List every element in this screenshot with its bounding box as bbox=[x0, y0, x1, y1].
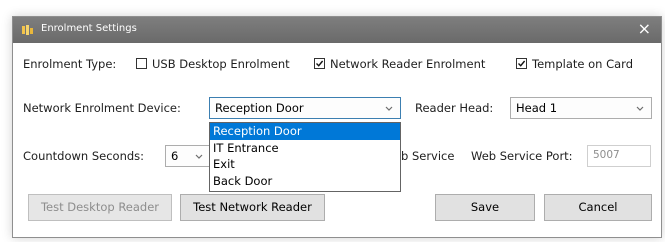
chevron-down-icon bbox=[636, 106, 644, 111]
dropdown-option-back-door[interactable]: Back Door bbox=[210, 173, 400, 190]
save-button[interactable]: Save bbox=[435, 194, 535, 221]
countdown-seconds-label: Countdown Seconds: bbox=[23, 149, 145, 163]
selected-device-value: Reception Door bbox=[215, 101, 304, 115]
close-icon[interactable]: × bbox=[638, 20, 651, 38]
enrolment-settings-dialog: Enrolment Settings × Enrolment Type: USB… bbox=[12, 16, 662, 238]
network-enrolment-device-label: Network Enrolment Device: bbox=[23, 101, 181, 115]
network-enrolment-device-select[interactable]: Reception Door bbox=[209, 97, 401, 119]
dropdown-option-it-entrance[interactable]: IT Entrance bbox=[210, 140, 400, 157]
template-on-card-label: Template on Card bbox=[532, 57, 634, 71]
test-network-reader-button[interactable]: Test Network Reader bbox=[180, 194, 325, 221]
checkbox-box[interactable] bbox=[314, 58, 325, 69]
reader-head-select[interactable]: Head 1 bbox=[510, 97, 652, 119]
template-on-card-checkbox[interactable]: Template on Card bbox=[516, 57, 633, 71]
reader-head-value: Head 1 bbox=[516, 101, 558, 115]
window-title: Enrolment Settings bbox=[41, 23, 137, 34]
checkbox-box[interactable] bbox=[516, 58, 527, 69]
enrolment-type-label: Enrolment Type: bbox=[23, 57, 117, 71]
test-desktop-reader-button[interactable]: Test Desktop Reader bbox=[28, 194, 172, 221]
checkbox-box[interactable] bbox=[136, 58, 147, 69]
checkmark-icon bbox=[316, 60, 324, 67]
web-service-port-value: 5007 bbox=[593, 149, 620, 161]
web-service-port-label: Web Service Port: bbox=[471, 149, 573, 163]
checkmark-icon bbox=[518, 60, 526, 67]
network-reader-enrolment-label: Network Reader Enrolment bbox=[330, 57, 486, 71]
chevron-down-icon bbox=[385, 106, 393, 111]
network-reader-enrolment-checkbox[interactable]: Network Reader Enrolment bbox=[314, 57, 485, 71]
reader-head-label: Reader Head: bbox=[415, 101, 494, 115]
usb-desktop-enrolment-label: USB Desktop Enrolment bbox=[152, 57, 290, 71]
countdown-seconds-select[interactable]: 6 bbox=[165, 145, 211, 167]
dropdown-option-reception-door[interactable]: Reception Door bbox=[210, 123, 400, 140]
web-service-port-field[interactable]: 5007 bbox=[587, 145, 651, 167]
countdown-seconds-value: 6 bbox=[171, 149, 179, 163]
usb-desktop-enrolment-checkbox[interactable]: USB Desktop Enrolment bbox=[136, 57, 290, 71]
dropdown-option-exit[interactable]: Exit bbox=[210, 156, 400, 173]
cancel-button[interactable]: Cancel bbox=[544, 194, 652, 221]
key-settings-icon bbox=[22, 25, 33, 35]
chevron-down-icon bbox=[195, 154, 203, 159]
web-service-label: b Service bbox=[401, 149, 455, 163]
device-dropdown-list: Reception Door IT Entrance Exit Back Doo… bbox=[209, 122, 401, 192]
title-bar: Enrolment Settings × bbox=[13, 17, 661, 43]
